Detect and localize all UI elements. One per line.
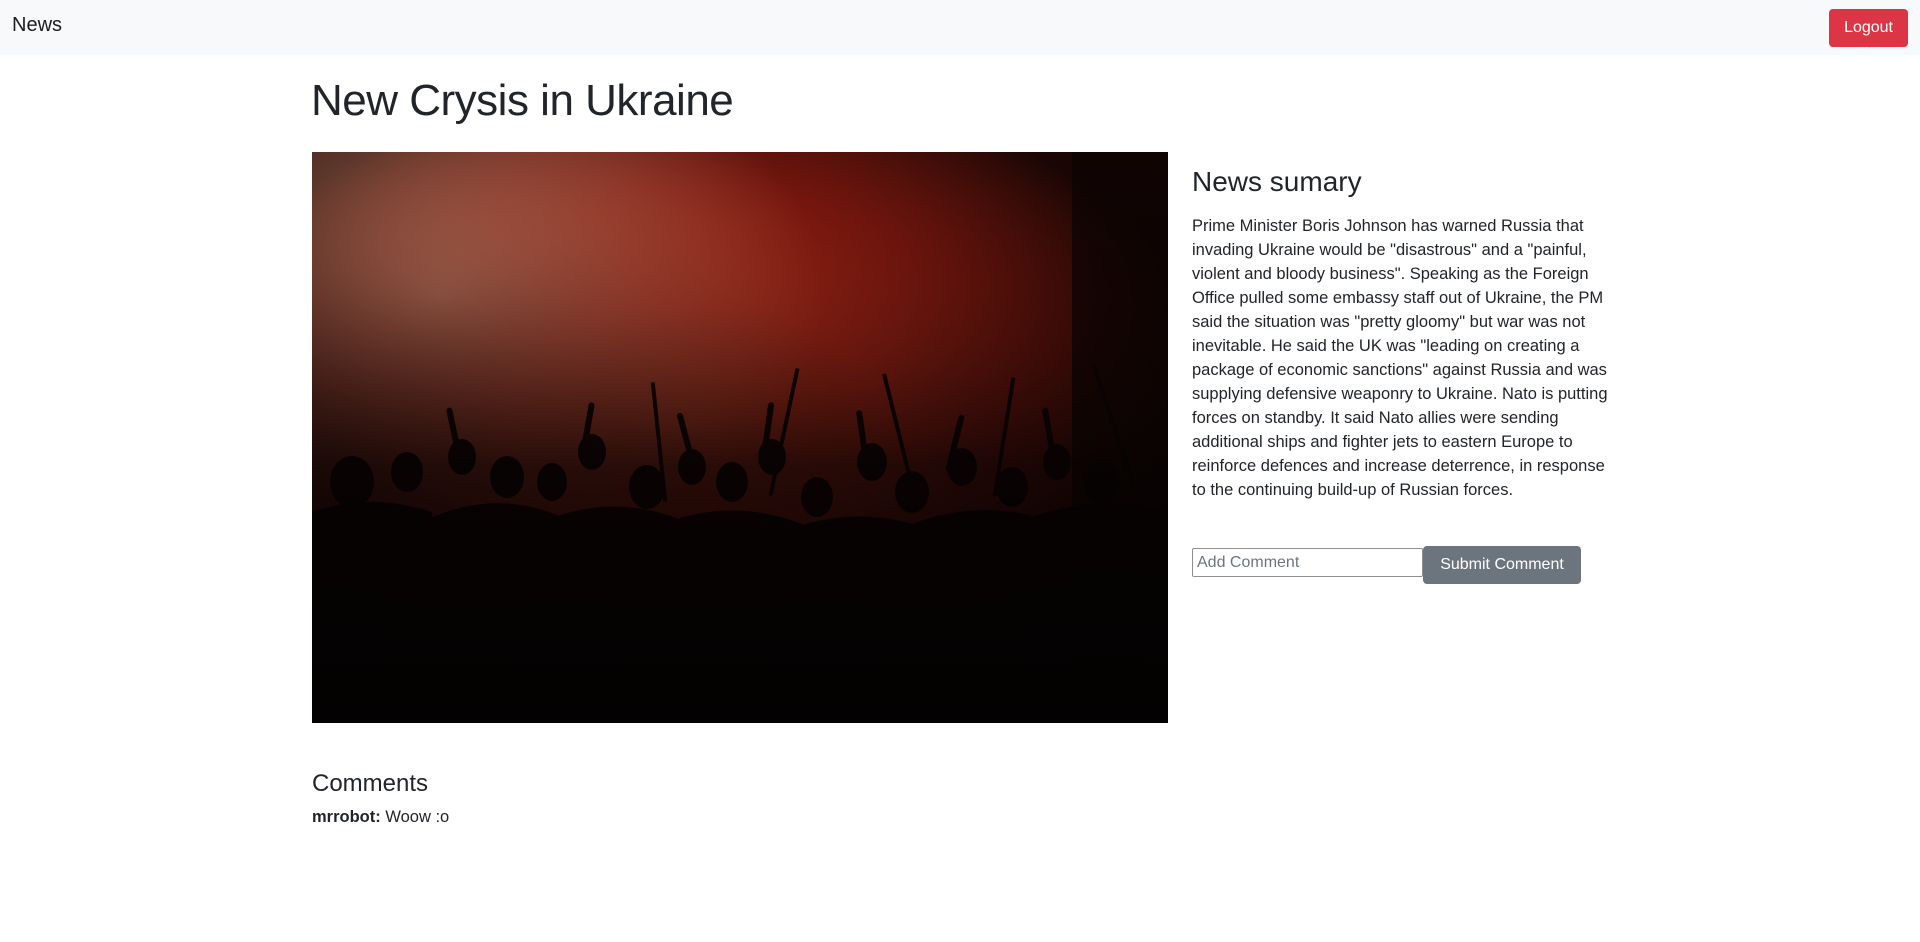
comment-item: mrrobot: Woow :o xyxy=(312,808,449,827)
news-summary-panel: News sumary Prime Minister Boris Johnson… xyxy=(1192,166,1612,502)
comment-author: mrrobot: xyxy=(312,808,381,826)
submit-comment-button[interactable]: Submit Comment xyxy=(1423,546,1581,584)
navbar: News Logout xyxy=(0,0,1920,55)
article-image xyxy=(312,152,1168,723)
comment-text: Woow :o xyxy=(385,808,450,826)
brand-link[interactable]: News xyxy=(12,14,62,37)
summary-heading: News sumary xyxy=(1192,166,1362,197)
comment-input[interactable] xyxy=(1192,548,1423,577)
article-title: New Crysis in Ukraine xyxy=(311,76,734,125)
summary-text: Prime Minister Boris Johnson has warned … xyxy=(1192,217,1608,499)
comments-heading: Comments xyxy=(312,770,429,797)
logout-button[interactable]: Logout xyxy=(1829,9,1908,47)
